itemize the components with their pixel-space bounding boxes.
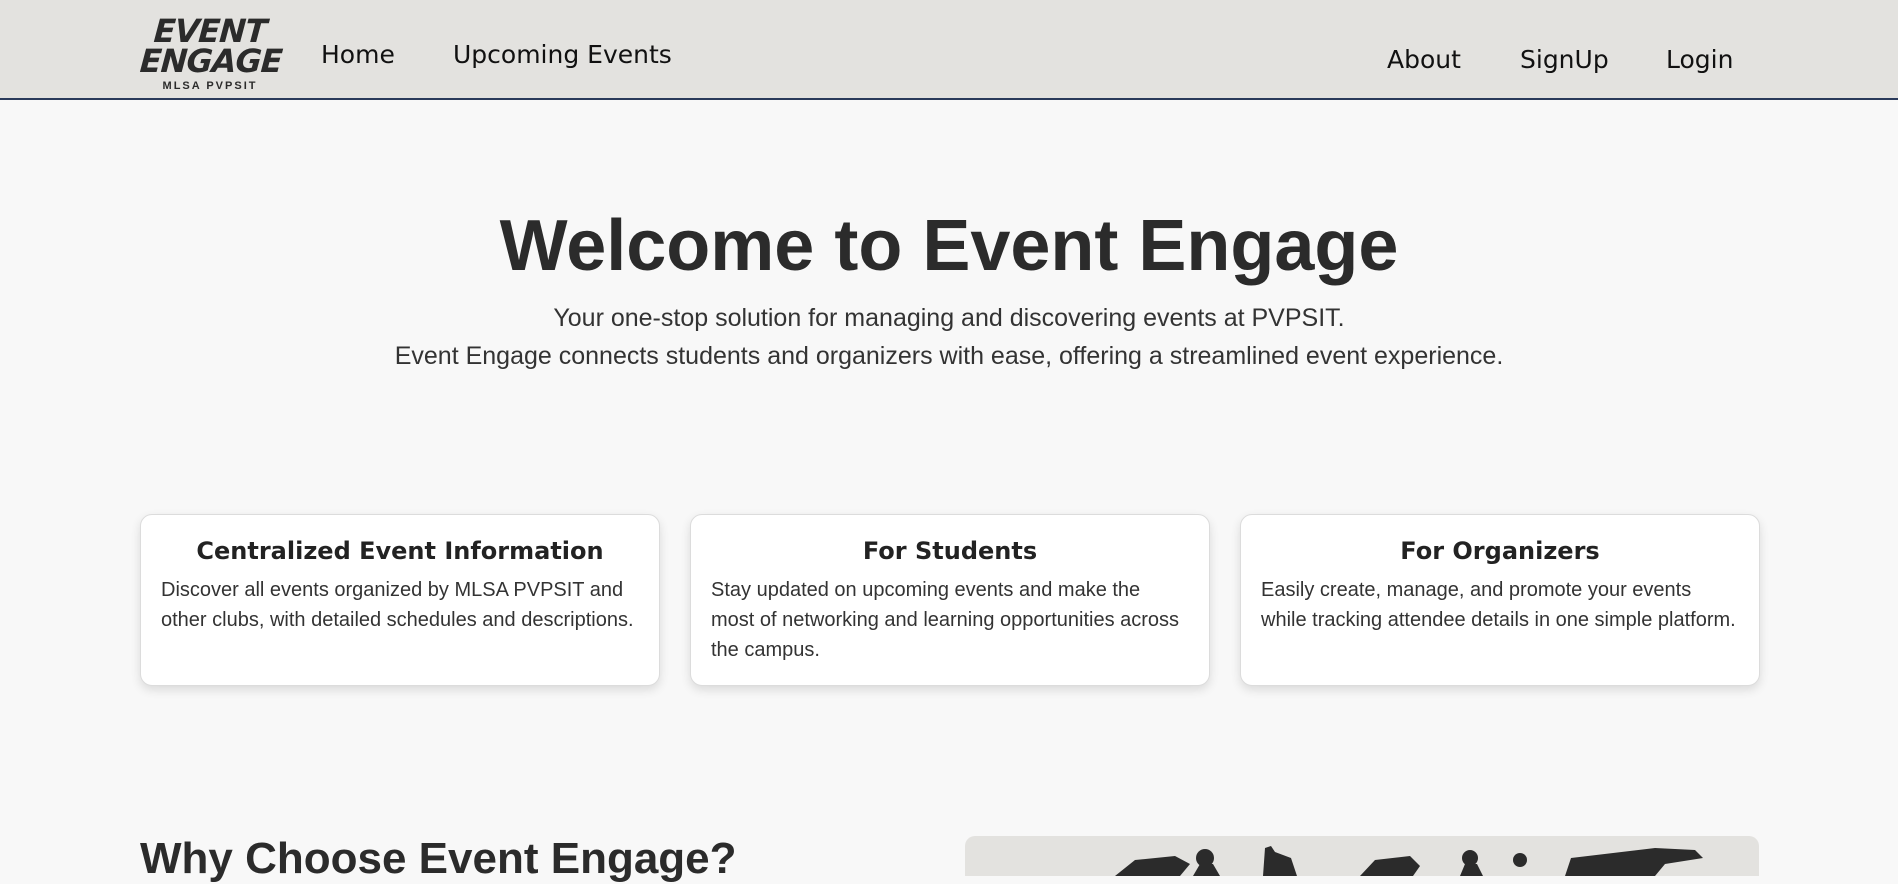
card-text: Discover all events organized by MLSA PV… [161,579,634,631]
logo-line-2: ENGAGE [138,42,284,80]
hero-subtitle-2: Event Engage connects students and organ… [394,342,1504,370]
card-text: Stay updated on upcoming events and make… [711,579,1180,661]
event-engage-logo[interactable]: EVENT ENGAGE MLSA PVPSIT [138,12,284,98]
nav-login-link[interactable]: Login [1666,45,1733,74]
feature-card-students: For Students Stay updated on upcoming ev… [690,514,1210,686]
hero-title: Welcome to Event Engage [499,206,1399,286]
feature-card-organizers: For Organizers Easily create, manage, an… [1240,514,1760,686]
navbar: EVENT ENGAGE MLSA PVPSIT Home Upcoming E… [0,0,1898,100]
card-title: Centralized Event Information [196,537,604,565]
nav-about-link[interactable]: About [1387,45,1461,74]
card-title: For Students [862,537,1038,565]
hero-subtitle-1: Your one-stop solution for managing and … [553,304,1345,332]
why-choose-title: Why Choose Event Engage? [140,834,737,883]
why-choose-image [965,836,1759,876]
card-text: Easily create, manage, and promote your … [1261,579,1736,631]
nav-signup-link[interactable]: SignUp [1520,45,1609,74]
nav-upcoming-events-link[interactable]: Upcoming Events [453,40,672,69]
logo-line-3: MLSA PVPSIT [162,80,258,92]
feature-card-centralized: Centralized Event Information Discover a… [140,514,660,686]
crowd-silhouette-icon [1115,846,1703,876]
card-title: For Organizers [1400,537,1600,565]
nav-home-link[interactable]: Home [321,40,395,69]
